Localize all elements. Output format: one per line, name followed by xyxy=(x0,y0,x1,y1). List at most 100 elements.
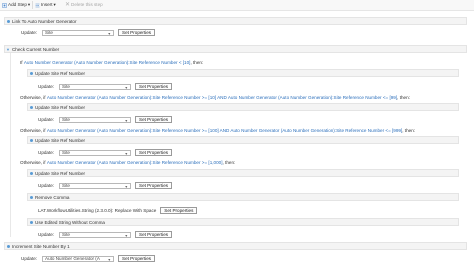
dropdown-value: Site xyxy=(62,183,70,188)
delete-step-label: Delete this step xyxy=(71,2,103,7)
update-label: Update: xyxy=(38,232,55,237)
step-bullet-icon xyxy=(30,71,33,75)
action-title: Update Site Ref Number xyxy=(35,70,86,76)
set-properties-button[interactable]: Set Properties xyxy=(135,182,173,189)
chevron-down-icon: ▼ xyxy=(107,31,111,36)
dropdown-value: Site xyxy=(62,150,70,155)
step-bullet-icon xyxy=(30,220,33,224)
action-title: Remove Comma xyxy=(35,194,70,200)
condition-link[interactable]: Auto Number Generator (Auto Number Gener… xyxy=(47,160,223,165)
chevron-down-icon: ▾ xyxy=(53,2,56,7)
dropdown-value: Site xyxy=(62,117,70,122)
update-row: Update: Site ▼ Set Properties xyxy=(38,82,173,91)
add-step-icon xyxy=(2,2,7,8)
condition-if: If Auto Number Generator (Auto Number Ge… xyxy=(20,59,203,66)
step-title: Increment Site Number By 1 xyxy=(12,243,70,249)
toolbar: Add Step ▾ Insert ▾ ✕ Delete this step xyxy=(0,0,474,11)
add-step-label: Add Step xyxy=(8,2,27,7)
condition-link[interactable]: Auto Number Generator (Auto Number Gener… xyxy=(47,95,397,100)
insert-button[interactable]: Insert ▾ xyxy=(35,2,56,8)
entity-dropdown[interactable]: Auto Number Generator (A ▼ xyxy=(42,255,114,262)
delete-step-button[interactable]: ✕ Delete this step xyxy=(65,2,103,8)
set-properties-button[interactable]: Set Properties xyxy=(135,116,173,123)
step-title: Link To Auto Number Generator xyxy=(12,18,77,24)
chevron-down-icon: ▼ xyxy=(124,184,128,189)
chevron-down-icon: ▼ xyxy=(124,85,128,90)
add-step-button[interactable]: Add Step ▾ xyxy=(2,2,30,8)
dropdown-value: Site xyxy=(62,232,70,237)
chevron-down-icon: ▼ xyxy=(124,233,128,238)
dropdown-value: Auto Number Generator (A xyxy=(45,256,100,261)
step-bullet-icon xyxy=(30,138,33,142)
condition-link[interactable]: Auto Number Generator (Auto Number Gener… xyxy=(47,128,402,133)
action-remove-comma[interactable]: Remove Comma xyxy=(27,193,459,201)
step-bullet-icon xyxy=(30,105,33,109)
action-update-ref[interactable]: Update Site Ref Number xyxy=(27,103,459,111)
update-label: Update: xyxy=(38,117,55,122)
button-label: Set Properties xyxy=(139,232,169,237)
entity-dropdown[interactable]: Site ▼ xyxy=(59,116,131,123)
condition-then: , then: xyxy=(397,95,410,100)
entity-dropdown[interactable]: Site ▼ xyxy=(59,83,131,90)
dropdown-value: Site xyxy=(62,84,70,89)
insert-label: Insert xyxy=(41,2,53,7)
button-label: Set Properties xyxy=(139,117,169,122)
update-label: Update: xyxy=(21,256,38,261)
update-row: Update: Site ▼ Set Properties xyxy=(38,230,173,239)
delete-x-icon: ✕ xyxy=(65,2,71,8)
condition-otherwise-if: Otherwise, if Auto Number Generator (Aut… xyxy=(20,127,415,134)
action-title: Update Site Ref Number xyxy=(35,104,86,110)
entity-dropdown[interactable]: Site ▼ xyxy=(59,182,131,189)
step-rail xyxy=(10,53,11,237)
set-properties-button[interactable]: Set Properties xyxy=(118,29,156,36)
condition-otherwise-if: Otherwise, if Auto Number Generator (Aut… xyxy=(20,94,410,101)
condition-then: , then: xyxy=(402,128,416,133)
collapse-chevron-icon[interactable]: ▼ xyxy=(6,47,10,52)
update-label: Update: xyxy=(21,30,38,35)
step-bullet-icon xyxy=(30,195,33,199)
step-link[interactable]: Link To Auto Number Generator xyxy=(4,17,467,25)
action-update-ref[interactable]: Update Site Ref Number xyxy=(27,69,459,77)
update-row: Update: Site ▼ Set Properties xyxy=(38,115,173,124)
condition-then: , then: xyxy=(222,160,236,165)
update-label: Update: xyxy=(38,150,55,155)
step-check[interactable]: ▼ Check Current Number xyxy=(4,45,467,53)
set-properties-button[interactable]: Set Properties xyxy=(160,207,198,214)
set-properties-button[interactable]: Set Properties xyxy=(135,231,173,238)
condition-link[interactable]: Auto Number Generator (Auto Number Gener… xyxy=(24,60,191,65)
update-row: Update: Site ▼ Set Properties xyxy=(38,181,173,190)
chevron-down-icon: ▼ xyxy=(124,151,128,156)
increment-update-row: Update: Auto Number Generator (A ▼ Set P… xyxy=(21,254,156,263)
condition-keyword: Otherwise, if xyxy=(20,160,46,165)
action-title: Update Site Ref Number xyxy=(35,170,86,176)
button-label: Set Properties xyxy=(122,30,152,35)
button-label: Set Properties xyxy=(139,84,169,89)
button-label: Set Properties xyxy=(164,208,194,213)
set-properties-button[interactable]: Set Properties xyxy=(135,83,173,90)
step-bullet-icon xyxy=(30,171,33,175)
action-title: Update Site Ref Number xyxy=(35,137,86,143)
condition-otherwise-if: Otherwise, if Auto Number Generator (Aut… xyxy=(20,159,235,166)
entity-dropdown[interactable]: Site ▼ xyxy=(59,149,131,156)
condition-keyword: Otherwise, if xyxy=(20,128,46,133)
step-increment[interactable]: Increment Site Number By 1 xyxy=(4,242,467,250)
step-title: Check Current Number xyxy=(11,46,60,52)
dropdown-value: Site xyxy=(45,30,53,35)
button-label: Set Properties xyxy=(122,256,152,261)
chevron-down-icon: ▼ xyxy=(124,118,128,123)
action-use-edited[interactable]: Use Edited String Without Comma xyxy=(27,218,459,226)
action-title: Use Edited String Without Comma xyxy=(35,219,105,225)
insert-icon xyxy=(35,3,40,7)
set-properties-button[interactable]: Set Properties xyxy=(135,149,173,156)
button-label: Set Properties xyxy=(139,150,169,155)
chevron-down-icon: ▼ xyxy=(107,257,111,262)
workflow-utility-label: LAT.WorkflowUtilities.String (2.3.0.0): … xyxy=(38,208,157,213)
condition-then: , then: xyxy=(190,60,204,65)
step-bullet-icon xyxy=(7,244,10,248)
set-properties-button[interactable]: Set Properties xyxy=(118,255,156,262)
entity-dropdown[interactable]: Site ▼ xyxy=(59,231,131,238)
action-update-ref[interactable]: Update Site Ref Number xyxy=(27,136,459,144)
action-update-ref[interactable]: Update Site Ref Number xyxy=(27,169,459,177)
entity-dropdown[interactable]: Site ▼ xyxy=(42,29,114,36)
workflow-utility-row: LAT.WorkflowUtilities.String (2.3.0.0): … xyxy=(38,206,198,215)
